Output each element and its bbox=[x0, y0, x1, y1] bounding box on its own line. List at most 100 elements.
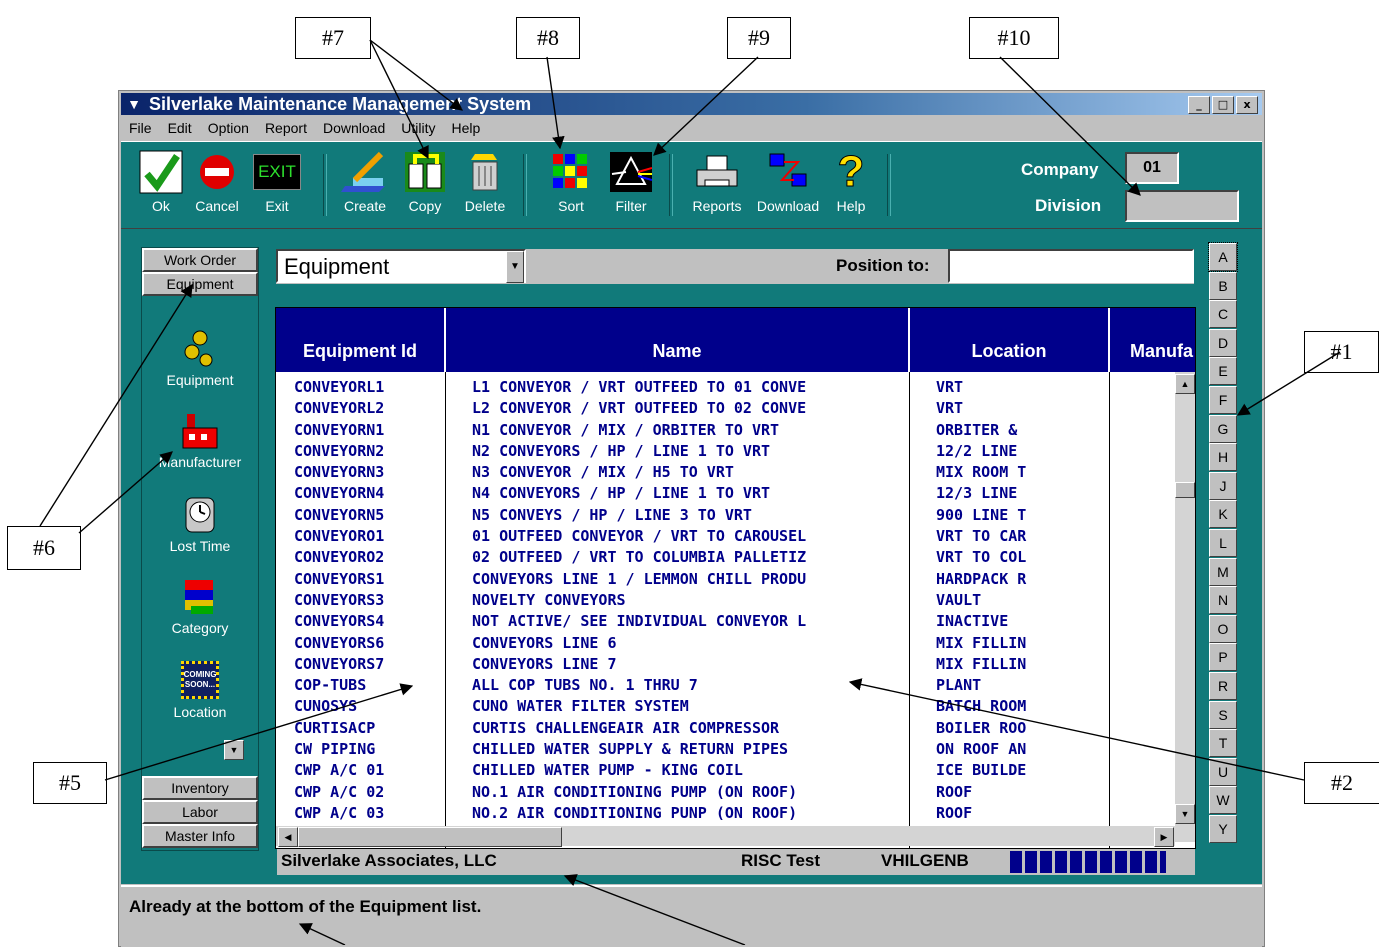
create-button[interactable]: Create bbox=[337, 150, 393, 214]
alpha-index-j[interactable]: J bbox=[1209, 471, 1237, 500]
tab-labor[interactable]: Labor bbox=[142, 800, 258, 824]
sidebar-scroll-down-button[interactable]: ▼ bbox=[224, 740, 244, 760]
alpha-index-e[interactable]: E bbox=[1209, 357, 1237, 386]
column-header-name[interactable]: Name bbox=[446, 308, 910, 372]
scroll-thumb-horizontal[interactable] bbox=[298, 827, 562, 847]
table-row[interactable]: CONVEYORN5 N5 CONVEYS / HP / LINE 3 TO VR… bbox=[276, 504, 1175, 525]
table-row[interactable]: CUNOSYS CUNO WATER FILTER SYSTEM BATCH ROO… bbox=[276, 695, 1175, 716]
column-header-manufacturer[interactable]: Manufa bbox=[1110, 308, 1195, 372]
callout-6: #6 bbox=[7, 526, 81, 570]
table-row[interactable]: CONVEYORL1 L1 CONVEYOR / VRT OUTFEED TO 0… bbox=[276, 376, 1175, 397]
menu-file[interactable]: File bbox=[121, 118, 160, 140]
menu-edit[interactable]: Edit bbox=[160, 118, 200, 140]
alpha-index-t[interactable]: T bbox=[1209, 729, 1237, 758]
scroll-down-button[interactable]: ▼ bbox=[1175, 804, 1195, 824]
download-button[interactable]: Download bbox=[751, 150, 825, 214]
tab-equipment[interactable]: Equipment bbox=[142, 272, 258, 296]
exit-button[interactable]: EXIT Exit bbox=[249, 150, 305, 214]
alpha-index-m[interactable]: M bbox=[1209, 557, 1237, 586]
scroll-thumb[interactable] bbox=[1175, 482, 1195, 498]
delete-button[interactable]: Delete bbox=[457, 150, 513, 214]
menu-help[interactable]: Help bbox=[443, 118, 488, 140]
menu-report[interactable]: Report bbox=[257, 118, 315, 140]
table-row[interactable]: CW PIPING CHILLED WATER SUPPLY & RETURN P… bbox=[276, 738, 1175, 759]
cancel-button[interactable]: Cancel bbox=[189, 150, 245, 214]
menu-download[interactable]: Download bbox=[315, 118, 393, 140]
maximize-button[interactable]: □ bbox=[1212, 96, 1234, 114]
alpha-index-s[interactable]: S bbox=[1209, 700, 1237, 729]
alpha-index-a[interactable]: A bbox=[1208, 242, 1238, 272]
division-field[interactable] bbox=[1125, 190, 1239, 222]
sort-button[interactable]: Sort bbox=[543, 150, 599, 214]
alpha-index-d[interactable]: D bbox=[1209, 328, 1237, 357]
alpha-index-h[interactable]: H bbox=[1209, 443, 1237, 472]
minimize-button[interactable]: _ bbox=[1188, 96, 1210, 114]
cell-equipment-id: CONVEYORS3 bbox=[294, 590, 385, 609]
table-row[interactable]: CONVEYORL2 L2 CONVEYOR / VRT OUTFEED TO 0… bbox=[276, 397, 1175, 418]
table-row[interactable]: COP-TUBS ALL COP TUBS NO. 1 THRU 7 PLANT bbox=[276, 674, 1175, 695]
alpha-index-u[interactable]: U bbox=[1209, 757, 1237, 786]
ok-button[interactable]: Ok bbox=[133, 150, 189, 214]
alpha-index-k[interactable]: K bbox=[1209, 500, 1237, 529]
sidebar-item-equipment[interactable]: Equipment bbox=[142, 324, 258, 388]
cell-location: BATCH ROOM bbox=[936, 697, 1027, 716]
menu-option[interactable]: Option bbox=[200, 118, 257, 140]
scroll-right-button[interactable]: ▶ bbox=[1154, 827, 1174, 847]
cell-location: VRT bbox=[936, 399, 964, 418]
table-row[interactable]: CONVEYORN3 N3 CONVEYOR / MIX / H5 TO VRT M… bbox=[276, 461, 1175, 482]
vertical-scrollbar[interactable]: ▲ ▼ bbox=[1175, 372, 1195, 842]
scroll-up-button[interactable]: ▲ bbox=[1175, 374, 1195, 394]
alpha-index-y[interactable]: Y bbox=[1209, 815, 1237, 843]
table-row[interactable]: CONVEYORN4 N4 CONVEYORS / HP / LINE 1 TO … bbox=[276, 482, 1175, 503]
table-row[interactable]: CONVEYORS3 NOVELTY CONVEYORS VAULT bbox=[276, 589, 1175, 610]
cell-equipment-id: CONVEYORO2 bbox=[294, 548, 385, 567]
alpha-index-g[interactable]: G bbox=[1209, 414, 1237, 443]
list-type-select[interactable]: Equipment ▼ bbox=[276, 249, 526, 283]
dropdown-button[interactable]: ▼ bbox=[506, 251, 524, 283]
alpha-index-l[interactable]: L bbox=[1209, 529, 1237, 557]
sidebar-item-label: Manufacturer bbox=[158, 454, 242, 470]
alpha-index-o[interactable]: O bbox=[1209, 614, 1237, 643]
table-row[interactable]: CONVEYORS1 CONVEYORS LINE 1 / LEMMON CHIL… bbox=[276, 568, 1175, 589]
table-row[interactable]: CONVEYORS7 CONVEYORS LINE 7 MIX FILLIN bbox=[276, 653, 1175, 674]
alpha-index-r[interactable]: R bbox=[1209, 672, 1237, 700]
alpha-index-n[interactable]: N bbox=[1209, 586, 1237, 615]
company-field[interactable]: 01 bbox=[1125, 152, 1179, 184]
table-row[interactable]: CWP A/C 02 NO.1 AIR CONDITIONING PUMP (ON… bbox=[276, 781, 1175, 802]
horizontal-scrollbar[interactable]: ◀ ▶ bbox=[276, 826, 1175, 847]
table-row[interactable]: CWP A/C 01 CHILLED WATER PUMP - KING COIL… bbox=[276, 759, 1175, 780]
reports-button[interactable]: Reports bbox=[689, 150, 745, 214]
no-entry-icon bbox=[200, 155, 234, 189]
table-row[interactable]: CWP A/C 03 NO.2 AIR CONDITIONING PUNP (ON… bbox=[276, 802, 1175, 823]
alpha-index-f[interactable]: F bbox=[1209, 386, 1237, 414]
help-button[interactable]: ? Help bbox=[823, 149, 879, 214]
table-row[interactable]: CONVEYORN1 N1 CONVEYOR / MIX / ORBITER TO… bbox=[276, 419, 1175, 440]
copy-button[interactable]: Copy bbox=[397, 150, 453, 214]
table-row[interactable]: CONVEYORS6 CONVEYORS LINE 6 MIX FILLIN bbox=[276, 632, 1175, 653]
table-row[interactable]: CONVEYORO1 01 OUTFEED CONVEYOR / VRT TO C… bbox=[276, 525, 1175, 546]
sidebar-item-manufacturer[interactable]: Manufacturer bbox=[142, 406, 258, 470]
scroll-left-button[interactable]: ◀ bbox=[278, 827, 298, 847]
close-button[interactable]: x bbox=[1236, 96, 1258, 114]
menu-utility[interactable]: Utility bbox=[393, 118, 443, 140]
tab-inventory[interactable]: Inventory bbox=[142, 776, 258, 800]
alpha-index-c[interactable]: C bbox=[1209, 300, 1237, 329]
table-row[interactable]: CONVEYORN2 N2 CONVEYORS / HP / LINE 1 TO … bbox=[276, 440, 1175, 461]
column-header-equipment-id[interactable]: Equipment Id bbox=[276, 308, 446, 372]
table-row[interactable]: CURTISACP CURTIS CHALLENGEAIR AIR COMPRES… bbox=[276, 717, 1175, 738]
sidebar-item-location[interactable]: COMING SOON... Location bbox=[142, 656, 258, 720]
tab-work-order[interactable]: Work Order bbox=[142, 248, 258, 272]
cell-location: BOILER ROO bbox=[936, 718, 1027, 737]
tab-master-info[interactable]: Master Info bbox=[142, 824, 258, 848]
sidebar-item-lost-time[interactable]: Lost Time bbox=[142, 490, 258, 554]
table-row[interactable]: CONVEYORS4 NOT ACTIVE/ SEE INDIVIDUAL CON… bbox=[276, 610, 1175, 631]
filter-button[interactable]: Filter bbox=[603, 150, 659, 214]
alpha-index-b[interactable]: B bbox=[1209, 271, 1237, 300]
table-row[interactable]: CONVEYORO2 02 OUTFEED / VRT TO COLUMBIA P… bbox=[276, 546, 1175, 567]
alpha-index-p[interactable]: P bbox=[1209, 643, 1237, 672]
position-to-input[interactable] bbox=[948, 249, 1194, 283]
sidebar-item-category[interactable]: Category bbox=[142, 572, 258, 636]
alpha-index-w[interactable]: W bbox=[1209, 786, 1237, 815]
column-header-location[interactable]: Location bbox=[910, 308, 1110, 372]
sort-grid-icon bbox=[553, 154, 587, 188]
